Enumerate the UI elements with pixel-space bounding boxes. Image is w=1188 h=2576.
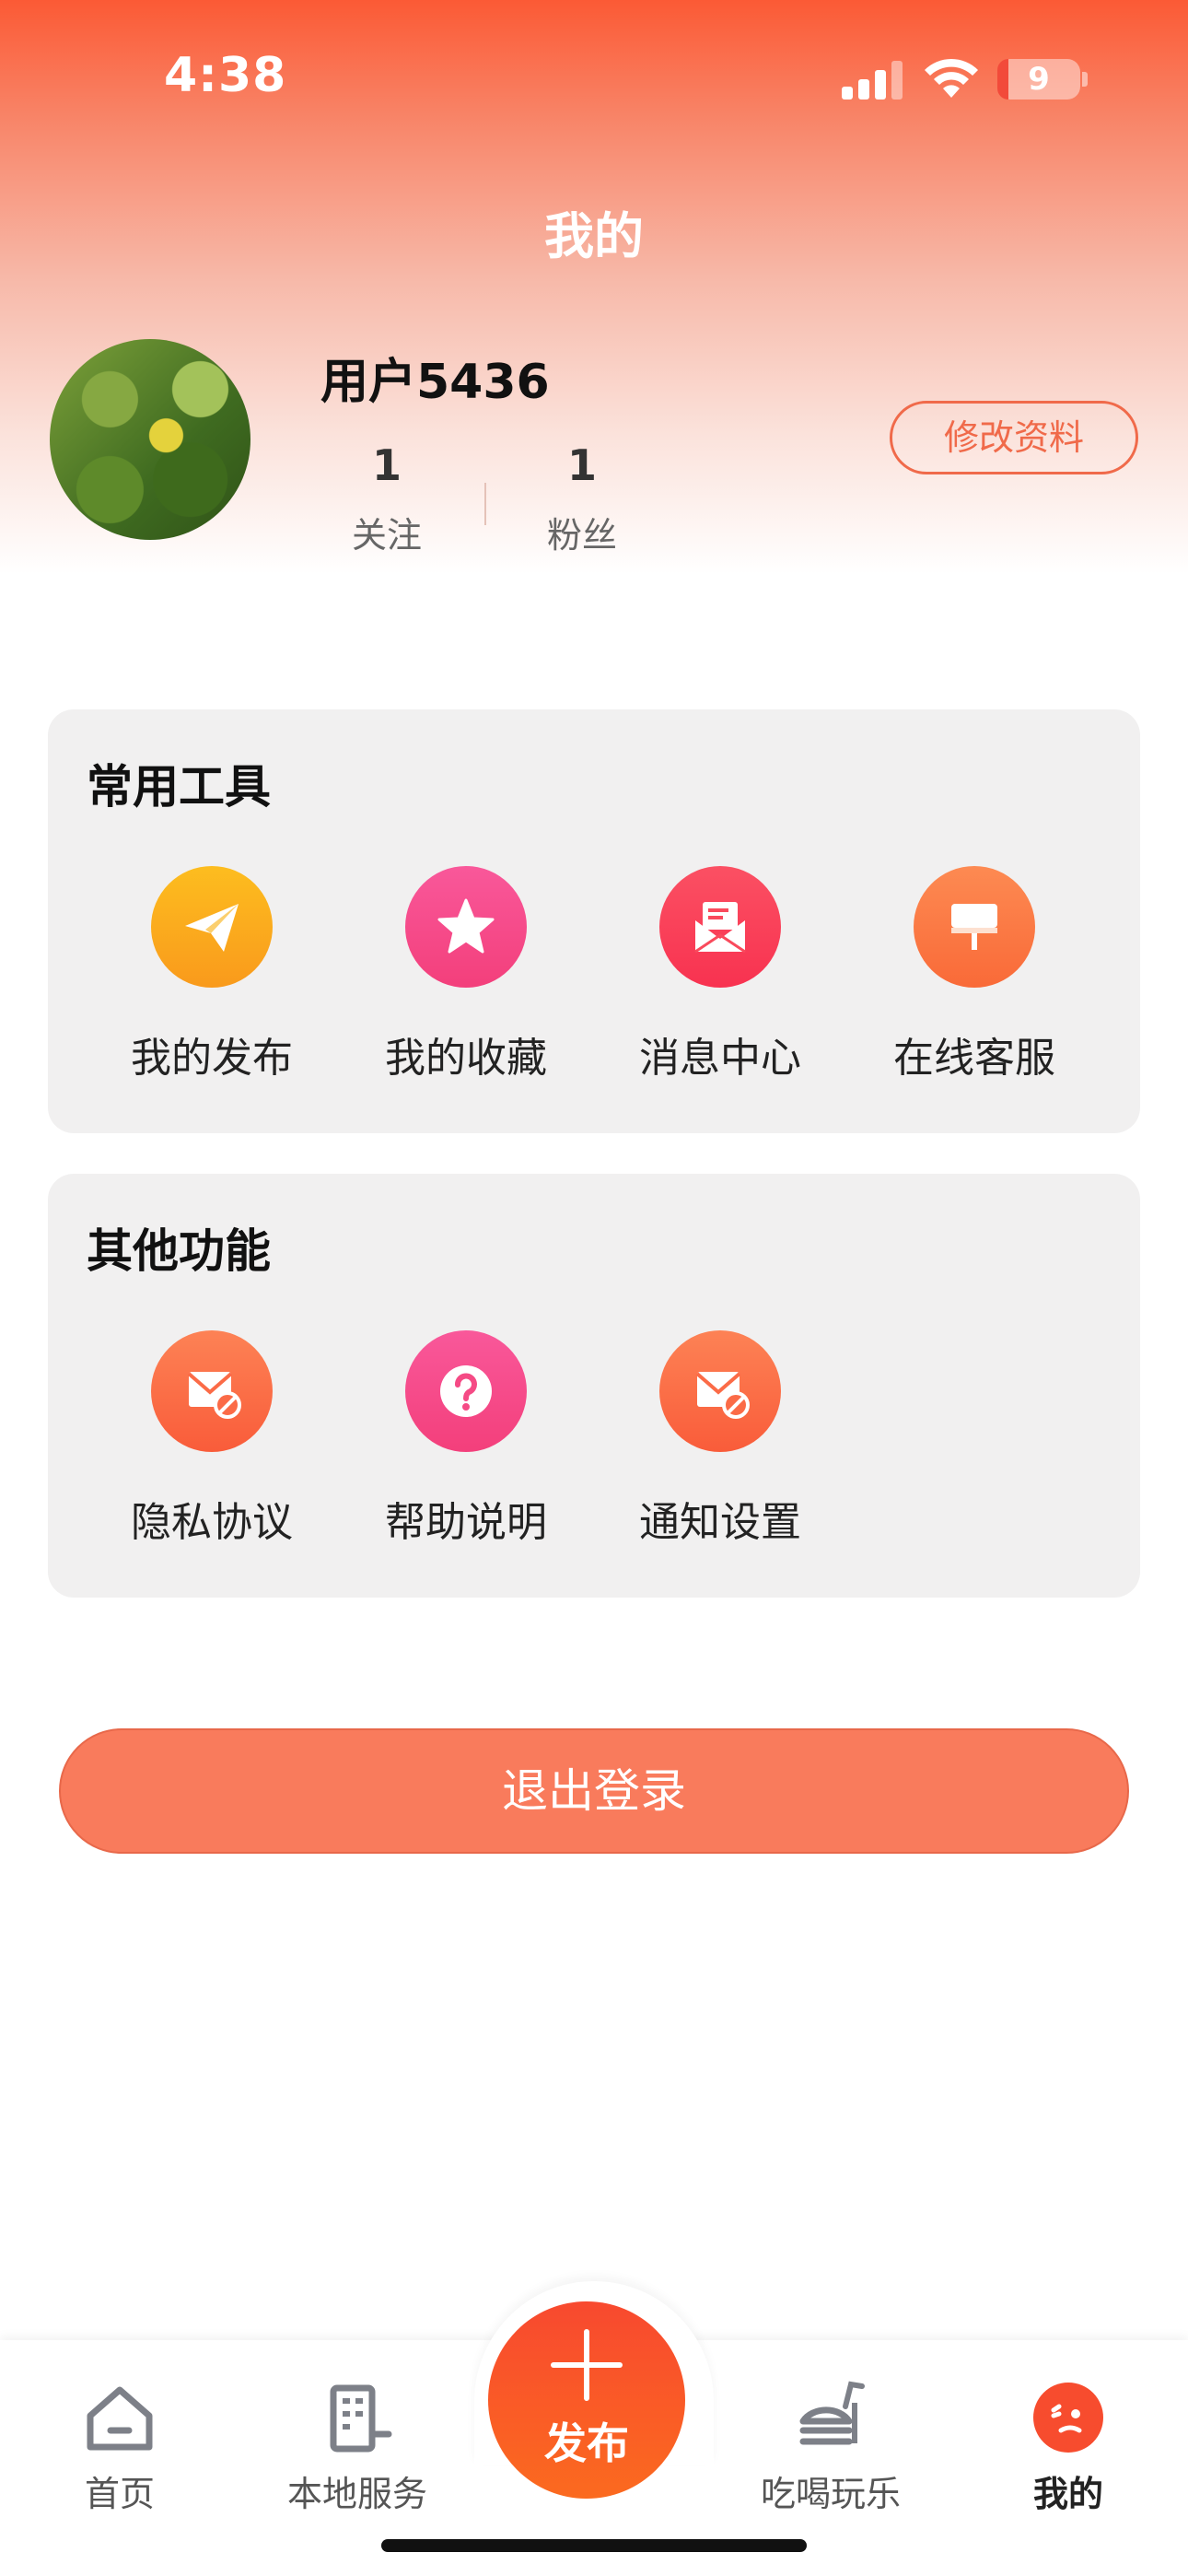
tab-home-label: 首页 (84, 2474, 155, 2514)
my-posts-label: 我的发布 (131, 1035, 293, 1082)
tab-profile[interactable]: 我的 (958, 2379, 1179, 2516)
tools-title: 常用工具 (87, 760, 271, 814)
following-stat[interactable]: 1 关注 (322, 440, 451, 557)
status-time: 4:38 (164, 48, 287, 103)
followers-stat[interactable]: 1 粉丝 (518, 440, 646, 557)
other-functions-title: 其他功能 (87, 1224, 271, 1278)
followers-count: 1 (566, 440, 597, 490)
message-center-item[interactable]: 消息中心 (619, 866, 821, 1083)
following-count: 1 (371, 440, 402, 490)
avatar[interactable] (50, 339, 250, 540)
help-icon (405, 1330, 527, 1452)
customer-service-label: 在线客服 (893, 1035, 1055, 1082)
paper-plane-icon (151, 866, 273, 988)
tab-home[interactable]: 首页 (9, 2379, 230, 2516)
building-icon (319, 2379, 396, 2456)
followers-label: 粉丝 (546, 515, 617, 556)
tab-profile-label: 我的 (1032, 2474, 1103, 2514)
notification-mail-icon (659, 1330, 781, 1452)
message-center-label: 消息中心 (639, 1035, 801, 1082)
home-indicator (381, 2539, 807, 2552)
edit-profile-button[interactable]: 修改资料 (890, 401, 1138, 474)
my-favorites-label: 我的收藏 (385, 1035, 547, 1082)
tools-card: 常用工具 我的发布 我的收藏 消息中心 在线客服 (48, 709, 1140, 1133)
tab-food-fun-label: 吃喝玩乐 (760, 2474, 901, 2514)
privacy-policy-label: 隐私协议 (131, 1499, 293, 1546)
wifi-icon (925, 58, 978, 98)
my-posts-item[interactable]: 我的发布 (111, 866, 313, 1083)
customer-service-item[interactable]: 在线客服 (873, 866, 1076, 1083)
stat-divider (484, 483, 486, 525)
plus-icon (551, 2329, 623, 2401)
logout-button[interactable]: 退出登录 (59, 1728, 1129, 1854)
battery-icon: 9 (997, 59, 1080, 100)
other-functions-card: 其他功能 隐私协议 帮助说明 通知设置 (48, 1174, 1140, 1598)
customer-service-icon (914, 866, 1035, 988)
my-favorites-item[interactable]: 我的收藏 (365, 866, 567, 1083)
notification-settings-label: 通知设置 (639, 1499, 801, 1546)
profile-icon (1030, 2379, 1107, 2456)
help-item[interactable]: 帮助说明 (365, 1330, 567, 1548)
publish-label: 发布 (544, 2418, 629, 2468)
privacy-mail-icon (151, 1330, 273, 1452)
following-label: 关注 (351, 515, 422, 556)
battery-level: 9 (1028, 61, 1050, 98)
tab-local-services[interactable]: 本地服务 (247, 2379, 468, 2516)
tab-local-services-label: 本地服务 (286, 2474, 427, 2514)
signal-icon (842, 61, 903, 100)
status-bar: 4:38 9 (0, 0, 1188, 157)
privacy-policy-item[interactable]: 隐私协议 (111, 1330, 313, 1548)
notification-settings-item[interactable]: 通知设置 (619, 1330, 821, 1548)
username: 用户5436 (320, 355, 550, 410)
page-title: 我的 (544, 207, 644, 265)
home-icon (81, 2379, 158, 2456)
publish-button[interactable]: 发布 (488, 2301, 685, 2499)
tab-food-fun[interactable]: 吃喝玩乐 (720, 2379, 941, 2516)
mail-icon (659, 866, 781, 988)
battery-tip (1082, 72, 1088, 87)
star-icon (405, 866, 527, 988)
food-icon (792, 2379, 869, 2456)
help-label: 帮助说明 (385, 1499, 547, 1546)
